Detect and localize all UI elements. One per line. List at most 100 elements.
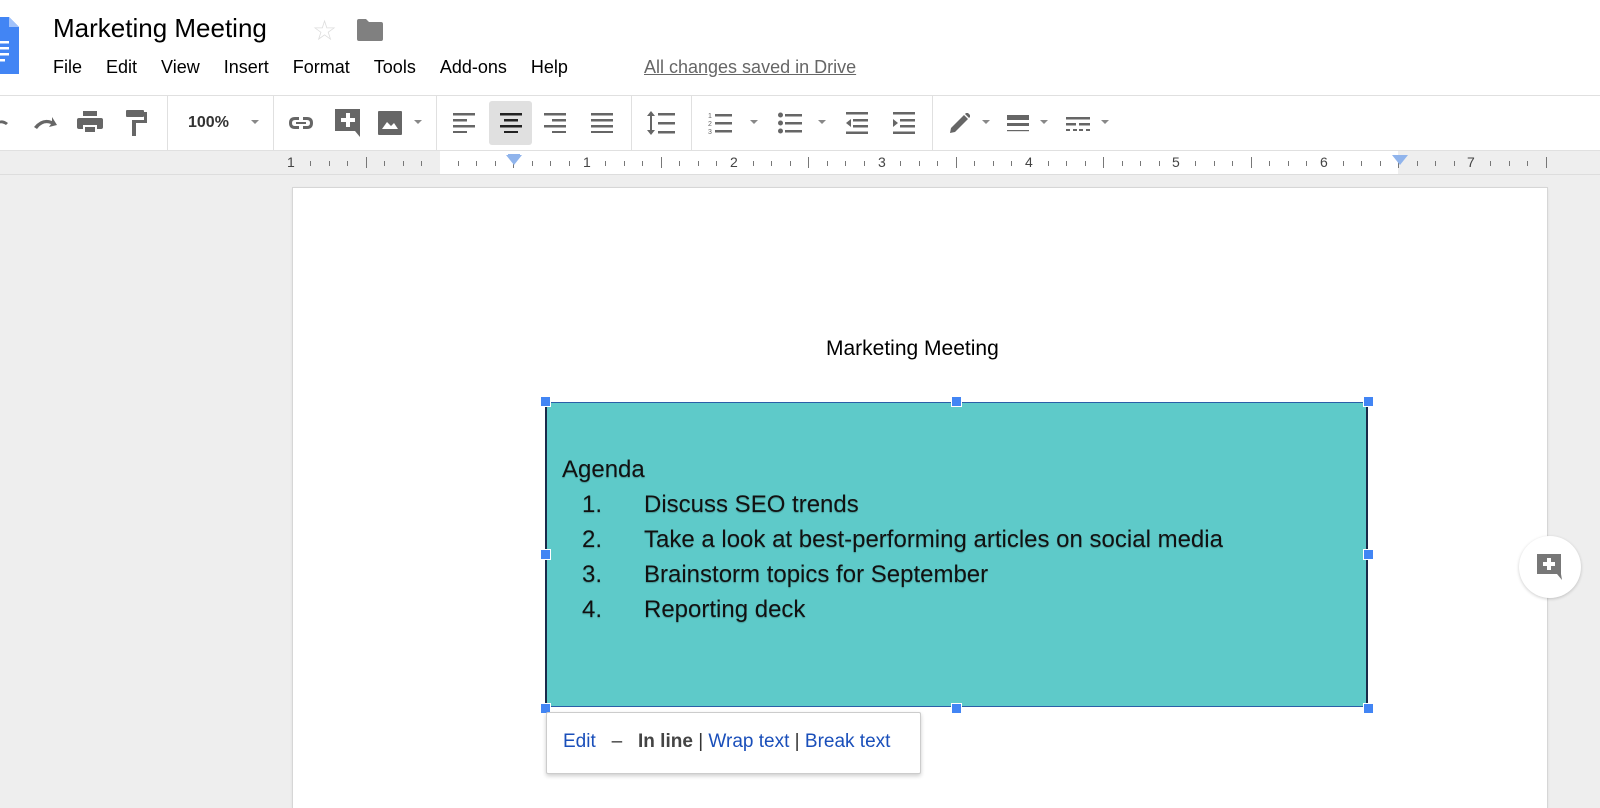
toolbar-divider: [273, 96, 274, 150]
align-right-button[interactable]: [540, 105, 570, 141]
in-line-option[interactable]: In line: [638, 731, 693, 752]
ruler-tick: [1084, 161, 1086, 166]
pen-icon: [950, 113, 970, 133]
ruler-tick: [826, 161, 828, 166]
ruler-tick: [568, 161, 570, 166]
resize-handle-top-right[interactable]: [1363, 396, 1374, 407]
document-title[interactable]: Marketing Meeting: [53, 13, 267, 44]
line-dash-dropdown-caret[interactable]: [1101, 120, 1109, 124]
line-weight-dropdown-caret[interactable]: [1040, 120, 1048, 124]
increase-indent-button[interactable]: [889, 105, 919, 141]
pen-button[interactable]: [946, 105, 974, 141]
numbered-list-button[interactable]: 123: [705, 105, 735, 141]
line-dash-button[interactable]: [1063, 105, 1093, 141]
align-left-icon: [453, 113, 475, 133]
bulleted-list-button[interactable]: [775, 105, 805, 141]
line-spacing-button[interactable]: [645, 105, 677, 141]
save-status-link[interactable]: All changes saved in Drive: [644, 57, 856, 78]
menu-tools[interactable]: Tools: [374, 57, 416, 78]
edit-drawing-link[interactable]: Edit: [563, 731, 596, 752]
ruler-tick: [974, 161, 976, 166]
paint-format-button[interactable]: [122, 105, 152, 141]
ruler-tick: [642, 161, 644, 166]
add-comment-icon: [335, 109, 360, 137]
ruler-tick: [402, 161, 404, 166]
numbered-list-dropdown-caret[interactable]: [750, 120, 758, 124]
menu-help[interactable]: Help: [531, 57, 568, 78]
ruler-tick: [623, 161, 625, 166]
resize-handle-bottom[interactable]: [951, 703, 962, 714]
zoom-dropdown-caret[interactable]: [251, 120, 259, 124]
ruler-tick: [789, 161, 791, 166]
ruler-tick: [384, 161, 386, 166]
ruler[interactable]: 1 1 2 3 4 5 6 7: [0, 151, 1600, 175]
line-spacing-icon: [647, 111, 675, 135]
ruler-tick: [1287, 161, 1289, 166]
ruler-tick: [605, 161, 607, 166]
agenda-heading: Agenda: [562, 456, 645, 483]
folder-icon[interactable]: [357, 19, 383, 41]
ruler-tick: [771, 161, 773, 166]
resize-handle-right[interactable]: [1363, 549, 1374, 560]
resize-handle-top-left[interactable]: [540, 396, 551, 407]
document-heading[interactable]: Marketing Meeting: [826, 337, 999, 361]
image-icon: [378, 111, 402, 135]
insert-image-button[interactable]: [375, 105, 405, 141]
redo-button[interactable]: [30, 105, 60, 141]
ruler-tick: [1103, 157, 1105, 168]
insert-link-button[interactable]: [285, 105, 317, 141]
resize-handle-bottom-right[interactable]: [1363, 703, 1374, 714]
first-line-indent-marker[interactable]: [508, 154, 520, 157]
line-weight-button[interactable]: [1004, 105, 1032, 141]
svg-text:1: 1: [708, 113, 712, 120]
agenda-item-text: Discuss SEO trends: [644, 491, 859, 518]
align-center-button[interactable]: [489, 101, 532, 145]
ruler-tick: [476, 161, 478, 166]
insert-comment-button[interactable]: [332, 105, 364, 141]
menu-format[interactable]: Format: [293, 57, 350, 78]
ruler-label: 3: [878, 154, 886, 170]
pen-dropdown-caret[interactable]: [982, 120, 990, 124]
agenda-item-text: Reporting deck: [644, 596, 806, 623]
decrease-indent-button[interactable]: [842, 105, 872, 141]
ruler-label: 7: [1467, 154, 1475, 170]
drawing-options-popup: Edit – In line | Wrap text | Break text: [546, 712, 921, 774]
image-dropdown-caret[interactable]: [414, 120, 422, 124]
docs-logo-icon[interactable]: [0, 17, 19, 74]
ruler-tick: [937, 161, 939, 166]
ruler-tick: [328, 161, 330, 166]
menu-addons[interactable]: Add-ons: [440, 57, 507, 78]
ruler-tick: [457, 161, 459, 166]
agenda-item-number: 1.: [582, 491, 603, 518]
break-text-link[interactable]: Break text: [805, 731, 891, 752]
ruler-tick: [347, 161, 349, 166]
add-comment-button[interactable]: [1519, 536, 1581, 598]
menu-insert[interactable]: Insert: [224, 57, 269, 78]
ruler-tick: [1066, 161, 1068, 166]
right-indent-marker[interactable]: [1392, 155, 1408, 165]
header: Marketing Meeting ☆ File Edit View Inser…: [0, 0, 1600, 96]
agenda-item-text: Brainstorm topics for September: [644, 561, 989, 588]
menu-edit[interactable]: Edit: [106, 57, 137, 78]
undo-button[interactable]: [0, 105, 14, 141]
redo-icon: [34, 117, 57, 129]
undo-icon: [0, 120, 8, 125]
resize-handle-left[interactable]: [540, 549, 551, 560]
wrap-text-link[interactable]: Wrap text: [708, 731, 789, 752]
resize-handle-top[interactable]: [951, 396, 962, 407]
justify-button[interactable]: [587, 105, 617, 141]
ruler-tick: [918, 161, 920, 166]
ruler-tick: [1011, 161, 1013, 166]
zoom-select[interactable]: 100%: [188, 114, 229, 132]
bulleted-list-dropdown-caret[interactable]: [818, 120, 826, 124]
menu-file[interactable]: File: [53, 57, 82, 78]
align-center-icon: [499, 113, 522, 133]
align-left-button[interactable]: [449, 105, 479, 141]
ruler-tick: [863, 161, 865, 166]
star-icon[interactable]: ☆: [312, 14, 337, 47]
ruler-tick: [1508, 161, 1510, 166]
menu-view[interactable]: View: [161, 57, 200, 78]
print-button[interactable]: [75, 105, 105, 141]
ruler-tick: [992, 161, 994, 166]
drawing-box[interactable]: Agenda 1. Discuss SEO trends 2. Take a l…: [545, 402, 1368, 707]
